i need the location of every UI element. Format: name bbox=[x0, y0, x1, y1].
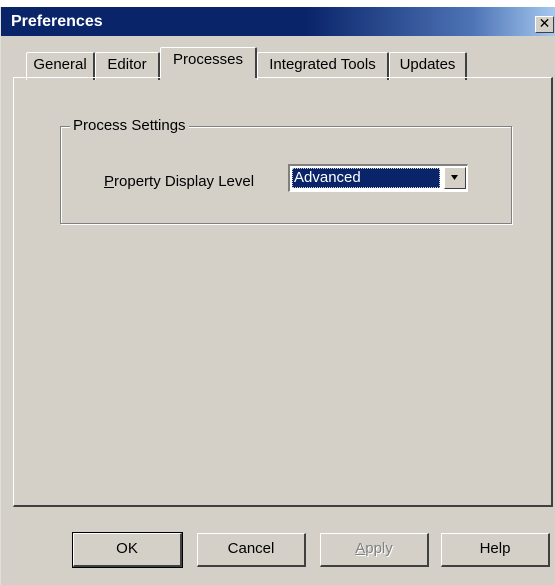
apply-button[interactable]: Apply bbox=[320, 533, 429, 567]
accesskey-letter: A bbox=[355, 540, 366, 557]
close-button[interactable]: ✕ bbox=[535, 16, 554, 33]
help-button[interactable]: Help bbox=[441, 533, 550, 567]
tab-editor[interactable]: Editor bbox=[95, 52, 160, 80]
selected-value: Advanced bbox=[292, 168, 440, 188]
ok-button[interactable]: OK bbox=[72, 532, 183, 568]
tab-label: General bbox=[33, 56, 87, 73]
tab-integrated-tools[interactable]: Integrated Tools bbox=[257, 52, 389, 80]
accesskey-letter: P bbox=[104, 173, 115, 190]
label-text: roperty Display Level bbox=[114, 173, 255, 190]
window-title: Preferences bbox=[11, 13, 103, 30]
property-display-level-label: Property Display Level bbox=[104, 174, 254, 190]
button-label: pply bbox=[365, 540, 393, 557]
chevron-down-icon bbox=[451, 175, 458, 180]
tab-processes[interactable]: Processes bbox=[160, 47, 257, 78]
tab-updates[interactable]: Updates bbox=[389, 52, 467, 80]
tab-general[interactable]: General bbox=[26, 52, 95, 80]
tab-label: Integrated Tools bbox=[269, 56, 376, 73]
title-bar[interactable]: Preferences ✕ bbox=[1, 7, 555, 36]
group-title: Process Settings bbox=[70, 118, 189, 134]
tab-label: Processes bbox=[172, 51, 244, 68]
cancel-button[interactable]: Cancel bbox=[197, 533, 306, 567]
dropdown-button[interactable] bbox=[444, 167, 466, 189]
property-display-level-select[interactable]: Advanced bbox=[288, 164, 468, 192]
tab-label: Editor bbox=[107, 56, 147, 73]
close-icon: ✕ bbox=[538, 16, 551, 32]
tab-label: Updates bbox=[399, 56, 456, 73]
